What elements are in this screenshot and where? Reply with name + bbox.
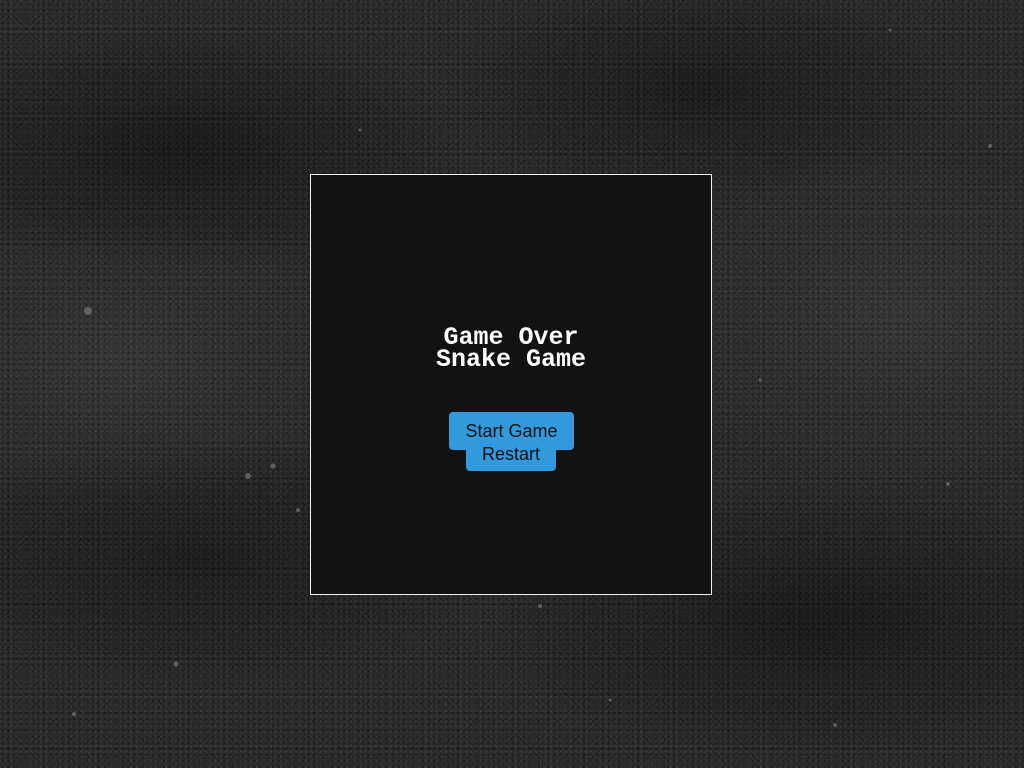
game-title: Snake Game — [435, 345, 587, 374]
restart-button[interactable]: Restart — [466, 437, 556, 471]
game-board: Game Over Snake Game Start Game Restart — [310, 174, 712, 595]
